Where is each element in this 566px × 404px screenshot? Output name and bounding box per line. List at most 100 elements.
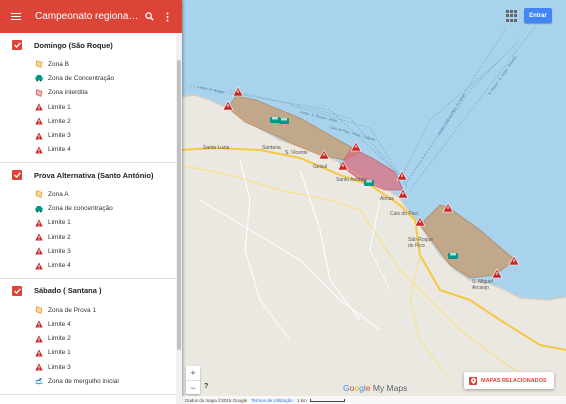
- warning-icon: [35, 233, 43, 241]
- polygon-icon: [35, 190, 43, 199]
- zoom-out-button[interactable]: −: [186, 380, 200, 394]
- layer-item-label: Zona A: [48, 190, 69, 198]
- layer-checkbox[interactable]: [12, 40, 22, 50]
- layer-item[interactable]: Zona de mergulho inicial: [0, 374, 176, 388]
- layer-item[interactable]: Limite 3: [0, 128, 176, 142]
- scrollbar[interactable]: [176, 33, 182, 404]
- layer-title: Sábado ( Santana ): [34, 286, 102, 296]
- polygon-icon: [35, 60, 43, 68]
- layer-item-label: Limite 1: [48, 103, 71, 111]
- layer-item-label: Zona de Prova 1: [48, 306, 97, 314]
- layer-item-label: Limite 4: [48, 320, 71, 328]
- menu-icon: [11, 11, 21, 22]
- layer-item[interactable]: Limite 1: [0, 100, 176, 114]
- help-button[interactable]: ?: [204, 383, 208, 390]
- place-label-s-vicente: S. Vicente: [285, 150, 308, 156]
- warning-icon: [35, 146, 43, 154]
- app-root: Horta - S. Roque Horta - S. Roque - Vela…: [0, 0, 566, 404]
- warning-icon: [35, 132, 43, 140]
- apps-grid-icon[interactable]: [506, 10, 518, 22]
- layer-item[interactable]: Limite 2: [0, 114, 176, 128]
- warning-icon: [35, 262, 43, 270]
- car-marker: [279, 118, 289, 124]
- terms-link[interactable]: Termos de Utilização: [251, 398, 293, 403]
- warning-icon: [35, 320, 43, 328]
- more-vert-icon: [166, 12, 168, 21]
- sign-in-button[interactable]: Entrar: [524, 8, 552, 23]
- map-marker-icon: [469, 376, 477, 385]
- layer-section: Sábado ( Santana ) Zona de Prova 1 Limite …: [0, 279, 176, 395]
- layer-item[interactable]: Limite 3: [0, 360, 176, 374]
- layer-header[interactable]: Prova Alternativa (Santo António): [0, 163, 176, 187]
- place-label-almas: Almas: [380, 196, 394, 202]
- place-label-geisal: Geisal: [313, 164, 328, 170]
- warning-icon: [35, 219, 43, 227]
- more-options-button[interactable]: [158, 0, 176, 33]
- warning-icon: [35, 247, 43, 255]
- layer-item-label: Zona de concentração: [48, 205, 113, 213]
- map-title[interactable]: Campeonato regional i...: [35, 11, 140, 22]
- layer-item[interactable]: Limite 4: [0, 317, 176, 331]
- swimmer-icon: [35, 377, 43, 385]
- legend-panel: Campeonato regional i... Domingo (São Ro…: [0, 0, 182, 404]
- check-icon: [13, 288, 21, 294]
- layer-title: Domingo (São Roque): [34, 40, 113, 50]
- layer-item[interactable]: Limite 3: [0, 244, 176, 258]
- layer-checkbox[interactable]: [12, 170, 22, 181]
- layer-list: Domingo (São Roque) Zona B Zona de Concent…: [0, 33, 176, 404]
- layer-header[interactable]: Domingo (São Roque): [0, 33, 176, 57]
- layer-item-label: Limite 4: [48, 146, 71, 154]
- place-label-sao-roque: São Roque do Pico: [408, 237, 434, 249]
- layer-checkbox[interactable]: [12, 285, 22, 296]
- car-marker: [448, 253, 458, 259]
- polygon-icon: [35, 88, 43, 97]
- layer-item[interactable]: Limite 2: [0, 331, 176, 345]
- related-maps-label: MAPAS RELACIONADOS: [481, 377, 547, 384]
- warning-icon: [35, 363, 43, 371]
- layer-item[interactable]: Zona de Prova 1: [0, 303, 176, 317]
- warning-icon: [35, 103, 43, 111]
- layer-item-label: Limite 2: [48, 335, 71, 343]
- related-maps-button[interactable]: MAPAS RELACIONADOS: [464, 372, 554, 389]
- layer-item[interactable]: Limite 1: [0, 346, 176, 360]
- map-data-attribution: Dados do mapa ©2016 Google: [185, 397, 248, 403]
- layer-item[interactable]: Limite 4: [0, 259, 176, 273]
- layer-item[interactable]: Zona de Concentração: [0, 71, 176, 85]
- car-icon: [35, 205, 43, 213]
- layer-section: Domingo (São Roque) Zona B Zona de Concent…: [0, 33, 176, 164]
- warning-icon: [35, 349, 43, 357]
- layer-item[interactable]: Limite 1: [0, 216, 176, 230]
- layer-item-label: Limite 3: [48, 363, 71, 371]
- zoom-in-button[interactable]: +: [186, 366, 200, 380]
- layer-header[interactable]: Sábado ( Santana ): [0, 279, 176, 303]
- layer-item[interactable]: Limite 4: [0, 143, 176, 157]
- polygon-icon: [35, 306, 43, 314]
- layer-item-label: Limite 3: [48, 132, 71, 140]
- layer-item[interactable]: Zona B: [0, 57, 176, 71]
- layer-section: Prova Alternativa (Santo António) Zona A Z…: [0, 163, 176, 279]
- layer-item-label: Limite 1: [48, 349, 71, 357]
- search-button[interactable]: [140, 0, 158, 33]
- layer-item[interactable]: Zona A: [0, 187, 176, 201]
- my-maps-label: My Maps: [372, 383, 408, 393]
- car-marker: [270, 117, 280, 123]
- layer-item[interactable]: Zona interdita: [0, 86, 176, 100]
- warning-icon: [35, 117, 43, 125]
- scrollbar-thumb[interactable]: [177, 60, 181, 350]
- menu-button[interactable]: [0, 0, 32, 33]
- panel-header: Campeonato regional i...: [0, 0, 182, 33]
- map-footer: Dados do mapa ©2016 Google Termos de Uti…: [182, 396, 566, 404]
- layer-item-label: Zona interdita: [48, 89, 88, 97]
- place-label-cais-do-pico: Cais do Pico: [390, 211, 419, 217]
- car-icon: [35, 74, 43, 82]
- layer-item[interactable]: Limite 2: [0, 230, 176, 244]
- layer-item-label: Limite 3: [48, 247, 71, 255]
- google-my-maps-logo: Google My Maps: [343, 383, 408, 393]
- layer-item[interactable]: Zona de concentração: [0, 201, 176, 215]
- place-label-santo-antonio: Santo António: [336, 177, 368, 183]
- zoom-control: + −: [186, 366, 200, 394]
- layer-item-label: Limite 4: [48, 262, 71, 270]
- layer-title: Prova Alternativa (Santo António): [34, 170, 154, 180]
- warning-icon: [35, 334, 43, 343]
- layer-item-label: Zona de Concentração: [48, 74, 115, 82]
